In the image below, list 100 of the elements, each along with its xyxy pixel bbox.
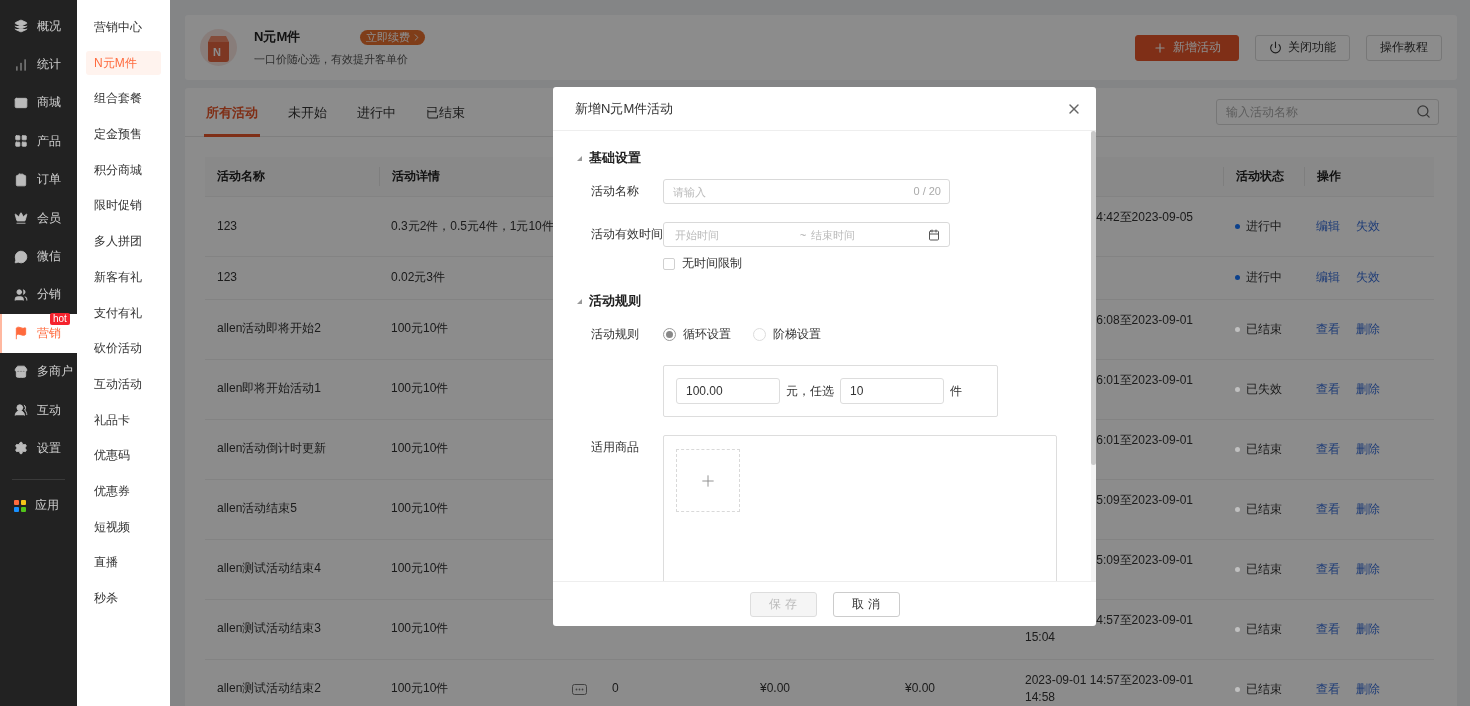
submenu-item[interactable]: 定金预售	[86, 122, 161, 147]
start-date-input[interactable]: 开始时间	[673, 227, 792, 242]
grid-icon	[14, 134, 28, 149]
nav-label: 多商户	[37, 363, 73, 381]
nav-item[interactable]: 产品	[0, 122, 77, 161]
radio-label: 循环设置	[683, 326, 731, 343]
column-header: 活动名称	[217, 168, 265, 185]
status-text: 已结束	[1246, 320, 1282, 338]
status-text: 已结束	[1246, 500, 1282, 518]
tab[interactable]: 已结束	[424, 88, 467, 137]
add-goods-button[interactable]	[676, 449, 740, 512]
table-cell-text: 100元10件	[390, 380, 450, 398]
crown-icon	[14, 211, 28, 226]
submenu-item[interactable]: 短视频	[86, 514, 161, 539]
settings-icon	[14, 441, 28, 456]
nav-label: 营销	[37, 324, 61, 342]
checkbox-label: 无时间限制	[682, 255, 742, 272]
scrollbar[interactable]	[1091, 131, 1096, 581]
nav-item[interactable]: 分销	[0, 275, 77, 315]
message-box-icon	[572, 683, 587, 695]
checkbox[interactable]	[663, 257, 675, 270]
status-text: 已结束	[1246, 560, 1282, 578]
table-cell-text: 4:42至2023-09-05	[1096, 209, 1193, 226]
header-button[interactable]: 操作教程	[1366, 34, 1442, 61]
table-cell: 5:09至2023-09-01	[1096, 491, 1193, 509]
nav-item[interactable]: 微信	[0, 237, 77, 276]
table-cell-text: 100元10件	[390, 680, 450, 698]
table-cell-text: 0.3元2件，0.5元4件，1元10件	[390, 217, 555, 235]
table-cell: 5:09至2023-09-01	[1096, 551, 1193, 569]
radio-label: 阶梯设置	[773, 326, 821, 343]
submenu-item[interactable]: 秒杀	[86, 586, 161, 610]
column-header: 操作	[1317, 168, 1341, 185]
page-subtitle: 一口价随心选，有效提升客单价	[254, 52, 409, 67]
page-title: N元M件	[254, 28, 301, 46]
submenu-item[interactable]: 多人拼团	[86, 229, 161, 254]
nav-item[interactable]: 订单	[0, 160, 77, 199]
submenu-item[interactable]: 互动活动	[86, 371, 161, 396]
nav-item[interactable]: 概况	[0, 7, 77, 46]
table-cell-text: 100元10件	[390, 500, 450, 518]
submenu-item[interactable]: 礼品卡	[86, 407, 161, 432]
nav-label: 产品	[37, 132, 61, 150]
table-cell-text: allen测试活动结束3	[216, 620, 323, 638]
field-label: 活动规则	[590, 326, 640, 343]
users-icon	[14, 287, 28, 302]
flag-icon	[14, 326, 28, 341]
tab[interactable]: 未开始	[286, 88, 329, 137]
nav-label: 设置	[37, 440, 61, 457]
nav-item[interactable]: 互动	[0, 390, 77, 430]
submenu-item[interactable]: 优惠码	[86, 443, 161, 468]
plus-icon	[1153, 40, 1167, 55]
nav-label: 应用	[35, 497, 59, 515]
submenu-item[interactable]: 组合套餐	[86, 86, 161, 111]
nav-label: 互动	[37, 401, 61, 419]
table-cell-text: ¥0.00	[759, 680, 792, 698]
nav-item[interactable]: 设置	[0, 429, 77, 468]
range-separator: ~	[799, 228, 807, 241]
nav-item[interactable]: 会员	[0, 198, 77, 238]
submenu-item[interactable]: 新客有礼	[86, 264, 161, 289]
end-date-input[interactable]: 结束时间	[809, 227, 928, 242]
logo-letter: N	[213, 46, 221, 58]
nav-item[interactable]: 多商户	[0, 352, 77, 391]
nav-label: 微信	[37, 248, 61, 266]
count-input[interactable]: 10	[840, 378, 944, 404]
table-cell-text: allen测试活动结束4	[216, 560, 323, 578]
char-counter: 0 / 20	[913, 185, 941, 198]
status-text: 已结束	[1246, 680, 1282, 698]
table-cell-text: 123	[216, 217, 239, 235]
column-header: 活动状态	[1236, 168, 1284, 185]
submenu-item[interactable]: 优惠券	[86, 478, 161, 503]
submenu-item[interactable]: 营销中心	[86, 15, 161, 39]
table-cell: 4:57至2023-09-01	[1096, 611, 1193, 629]
hot-badge: hot	[50, 313, 70, 326]
tab[interactable]: 进行中	[355, 88, 398, 137]
field-label: 活动有效时间	[590, 226, 663, 243]
submenu-item[interactable]: 限时促销	[86, 193, 161, 218]
users-icon	[14, 403, 28, 418]
triangle-icon	[577, 155, 582, 161]
submenu-item[interactable]: 直播	[86, 550, 161, 575]
triangle-icon	[577, 298, 582, 304]
submenu-item[interactable]: 支付有礼	[86, 300, 161, 325]
table-cell-text: allen测试活动结束2	[216, 680, 323, 698]
dialog-button[interactable]: 取 消	[832, 591, 900, 617]
power-icon	[1269, 41, 1282, 54]
status-text: 已失效	[1246, 380, 1282, 398]
field-label: 活动名称	[590, 183, 640, 200]
nav-item[interactable]: 商城	[0, 83, 77, 123]
table-cell-text: 0.02元3件	[390, 269, 447, 286]
app-tiles-icon	[14, 499, 26, 512]
price-input[interactable]: 100.00	[676, 378, 780, 404]
nav-item[interactable]: 统计	[0, 45, 77, 84]
status-text: 已结束	[1246, 620, 1282, 638]
field-label: 适用商品	[590, 439, 640, 456]
dialog-title: 新增N元M件活动	[575, 99, 674, 118]
clipboard-icon	[14, 172, 28, 187]
submenu-item[interactable]: 积分商城	[86, 157, 161, 182]
submenu-item[interactable]: 砍价活动	[86, 336, 161, 361]
nav-item[interactable]: 应用	[0, 486, 77, 526]
nav-label: 分销	[37, 286, 61, 304]
column-header: 活动详情	[392, 168, 440, 185]
header-button[interactable]: 关闭功能	[1255, 34, 1350, 61]
